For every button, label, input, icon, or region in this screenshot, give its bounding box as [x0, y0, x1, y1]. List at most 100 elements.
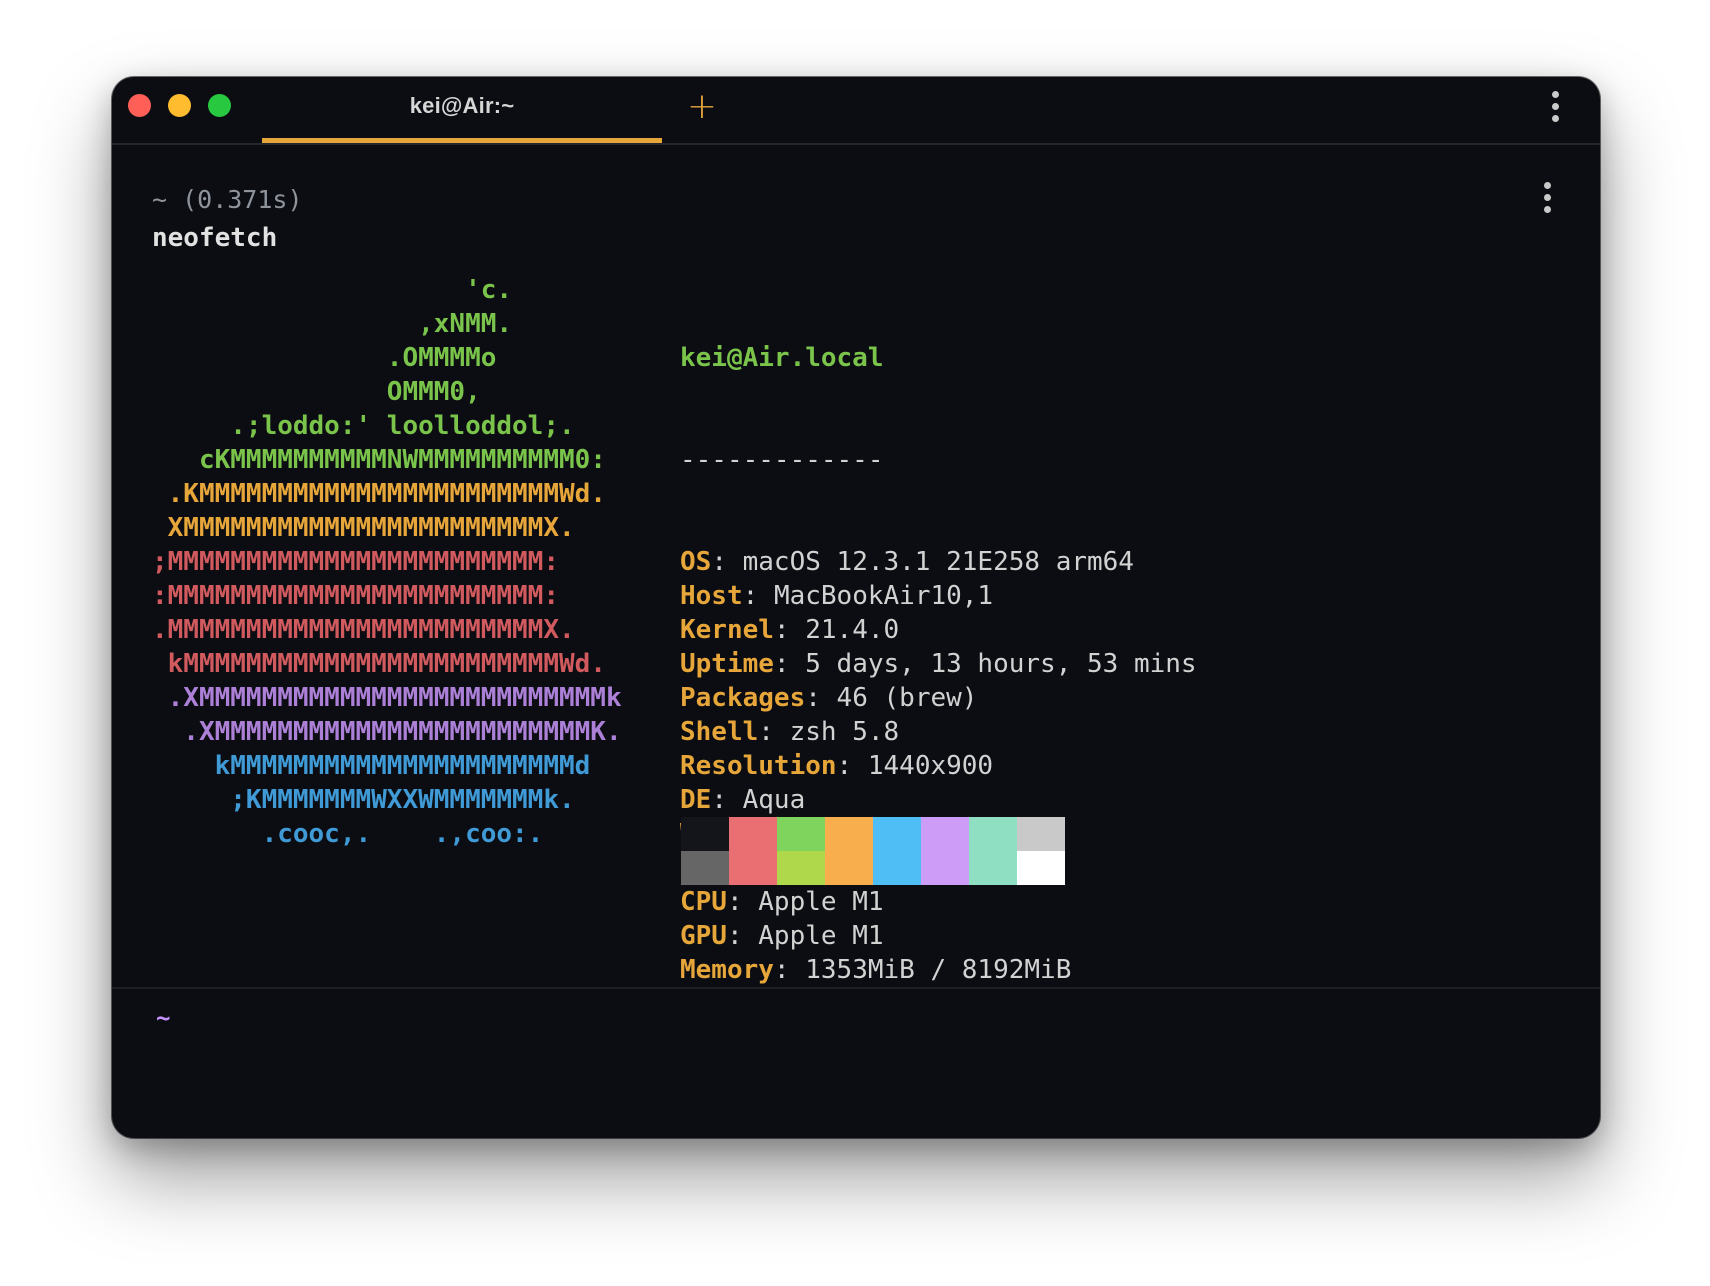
- info-row: CPU: Apple M1: [680, 885, 1197, 919]
- new-tab-button[interactable]: +: [682, 87, 722, 127]
- logo-line: kMMMMMMMMMMMMMMMMMMMMMMMMWd.: [152, 649, 606, 679]
- block-divider: [112, 987, 1600, 989]
- palette-swatch-normal: [921, 817, 969, 851]
- info-value: 1353MiB / 8192MiB: [805, 955, 1072, 985]
- logo-line: ;KMMMMMMMWXXWMMMMMMMk.: [152, 785, 575, 815]
- info-row: GPU: Apple M1: [680, 919, 1197, 953]
- info-colon: :: [836, 751, 868, 781]
- title-bar: kei@Air:~ +: [112, 77, 1600, 145]
- info-row: Resolution: 1440x900: [680, 749, 1197, 783]
- logo-line: XMMMMMMMMMMMMMMMMMMMMMMMX.: [152, 513, 575, 543]
- palette-column: [777, 817, 825, 885]
- logo-line: 'c.: [152, 275, 513, 305]
- info-row: Packages: 46 (brew): [680, 681, 1197, 715]
- palette-column: [873, 817, 921, 885]
- info-colon: :: [773, 615, 806, 645]
- info-value: zsh 5.8: [789, 717, 900, 747]
- logo-line: .OMMMMo: [152, 343, 497, 373]
- palette-swatch-normal: [729, 817, 777, 851]
- palette-swatch-normal: [681, 817, 729, 851]
- palette-column: [825, 817, 873, 885]
- info-title: kei@Air.local: [680, 343, 884, 373]
- logo-line: .MMMMMMMMMMMMMMMMMMMMMMMMX.: [152, 615, 575, 645]
- info-row: Memory: 1353MiB / 8192MiB: [680, 953, 1197, 987]
- info-row: OS: macOS 12.3.1 21E258 arm64: [680, 545, 1197, 579]
- info-key: OS: [680, 547, 712, 577]
- info-value: Apple M1: [758, 921, 884, 951]
- info-key: CPU: [680, 887, 727, 917]
- info-row: Uptime: 5 days, 13 hours, 53 mins: [680, 647, 1197, 681]
- prompt-indicator[interactable]: ~: [156, 1001, 170, 1035]
- palette-swatch-bright: [825, 851, 873, 885]
- palette-swatch-bright: [681, 851, 729, 885]
- info-row: Host: MacBookAir10,1: [680, 579, 1197, 613]
- info-value: Apple M1: [758, 887, 884, 917]
- info-colon: :: [726, 887, 759, 917]
- logo-line: .cooc,. .,coo:.: [152, 819, 544, 849]
- info-key: Kernel: [680, 615, 774, 645]
- system-info: kei@Air.local ------------- OS: macOS 12…: [680, 273, 1197, 1055]
- info-colon: :: [711, 547, 743, 577]
- block-options-icon[interactable]: [1542, 182, 1552, 213]
- logo-line: .XMMMMMMMMMMMMMMMMMMMMMMMMK.: [152, 717, 622, 747]
- minimize-window-button[interactable]: [168, 94, 191, 117]
- logo-line: kMMMMMMMMMMMMMMMMMMMMMMd: [152, 751, 591, 781]
- logo-line: OMMM0,: [152, 377, 481, 407]
- logo-line: ;MMMMMMMMMMMMMMMMMMMMMMMM:: [152, 547, 559, 577]
- palette-column: [681, 817, 729, 885]
- info-colon: :: [773, 955, 806, 985]
- info-row: DE: Aqua: [680, 783, 1197, 817]
- info-row: Shell: zsh 5.8: [680, 715, 1197, 749]
- tab-active[interactable]: kei@Air:~: [262, 77, 662, 143]
- info-key: Uptime: [680, 649, 774, 679]
- info-colon: :: [773, 649, 806, 679]
- color-palette: [681, 817, 1065, 885]
- logo-line: cKMMMMMMMMMMNWMMMMMMMMMM0:: [152, 445, 606, 475]
- palette-swatch-bright: [777, 851, 825, 885]
- terminal-window: kei@Air:~ + ~ (0.371s) neofetch 'c. ,xNM…: [112, 77, 1600, 1138]
- info-key: Resolution: [680, 751, 837, 781]
- palette-swatch-bright: [969, 851, 1017, 885]
- palette-swatch-normal: [873, 817, 921, 851]
- logo-line: .;loddo:' loolloddol;.: [152, 411, 575, 441]
- tab-title: kei@Air:~: [409, 92, 515, 118]
- info-value: 46 (brew): [836, 683, 978, 713]
- info-value: 1440x900: [867, 751, 994, 781]
- info-key: GPU: [680, 921, 727, 951]
- more-options-icon[interactable]: [1550, 91, 1560, 122]
- info-rows: OS: macOS 12.3.1 21E258 arm64 Host: MacBo…: [680, 545, 1197, 987]
- info-value: 5 days, 13 hours, 53 mins: [805, 649, 1197, 679]
- info-key: Packages: [680, 683, 806, 713]
- palette-swatch-normal: [777, 817, 825, 851]
- block-meta: ~ (0.371s): [152, 185, 303, 214]
- palette-swatch-bright: [873, 851, 921, 885]
- block-command: neofetch: [152, 223, 278, 253]
- logo-line: ,xNMM.: [152, 309, 513, 339]
- info-row: Kernel: 21.4.0: [680, 613, 1197, 647]
- logo-line: :MMMMMMMMMMMMMMMMMMMMMMMM:: [152, 581, 559, 611]
- info-colon: :: [805, 683, 837, 713]
- info-key: Host: [680, 581, 743, 611]
- info-colon: :: [726, 921, 759, 951]
- zoom-window-button[interactable]: [208, 94, 231, 117]
- palette-swatch-normal: [969, 817, 1017, 851]
- palette-swatch-normal: [825, 817, 873, 851]
- palette-column: [921, 817, 969, 885]
- palette-swatch-normal: [1017, 817, 1065, 851]
- close-window-button[interactable]: [128, 94, 151, 117]
- info-value: macOS 12.3.1 21E258 arm64: [742, 547, 1134, 577]
- info-value: 21.4.0: [805, 615, 900, 645]
- palette-swatch-bright: [921, 851, 969, 885]
- info-key: Shell: [680, 717, 759, 747]
- info-value: MacBookAir10,1: [773, 581, 994, 611]
- info-colon: :: [742, 581, 774, 611]
- palette-swatch-bright: [1017, 851, 1065, 885]
- info-colon: :: [711, 785, 743, 815]
- apple-ascii-logo: 'c. ,xNMM. .OMMMMo OMMM0, .;loddo:' lool…: [152, 273, 622, 851]
- info-separator: -------------: [680, 445, 884, 475]
- palette-column: [729, 817, 777, 885]
- info-key: DE: [680, 785, 712, 815]
- palette-column: [1017, 817, 1065, 885]
- info-colon: :: [758, 717, 790, 747]
- logo-line: .XMMMMMMMMMMMMMMMMMMMMMMMMMMk: [152, 683, 622, 713]
